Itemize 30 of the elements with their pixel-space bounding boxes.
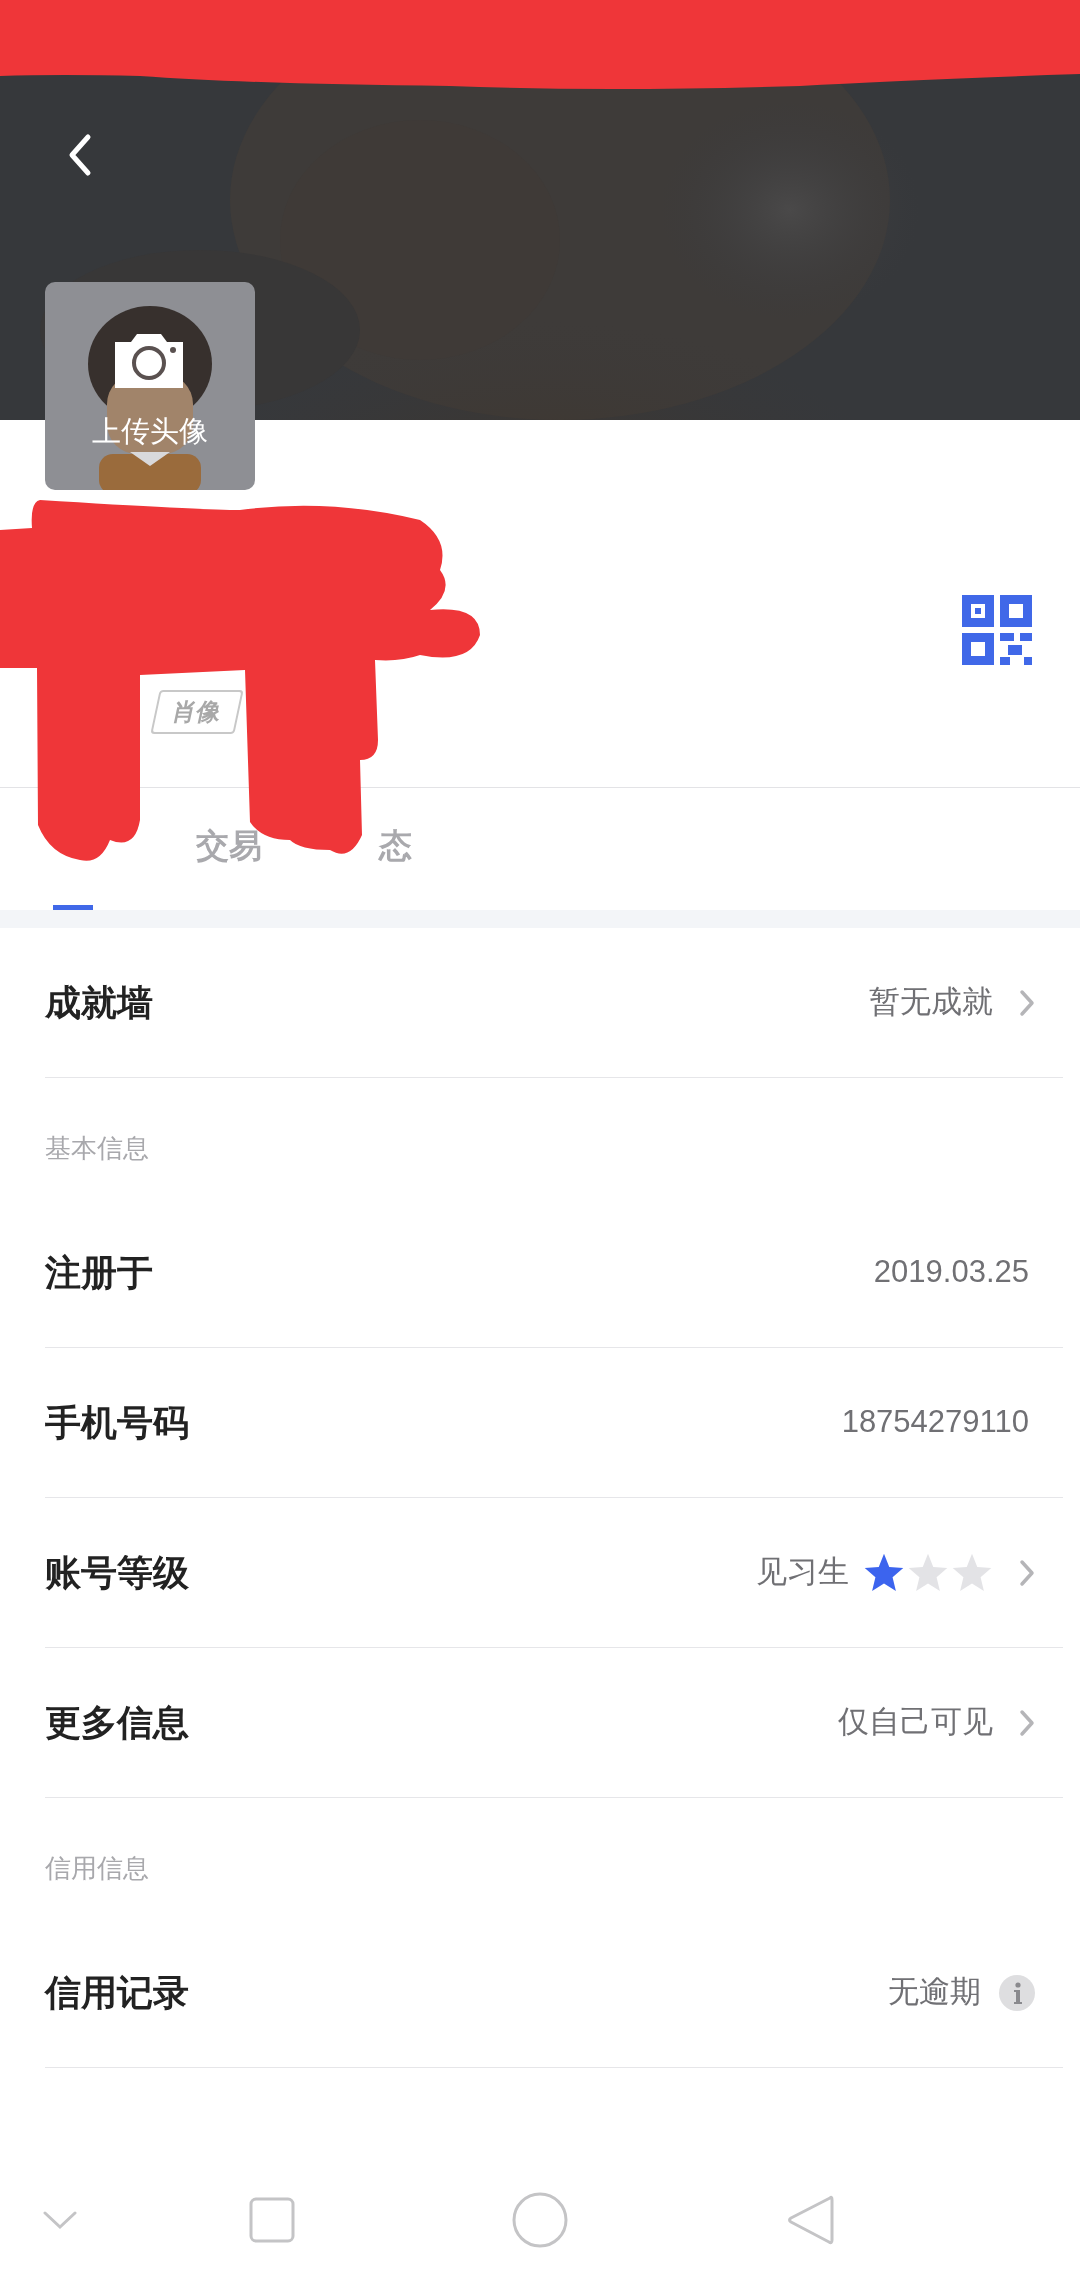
home-button[interactable] — [512, 2192, 568, 2248]
row-value: 2019.03.25 — [873, 1253, 1029, 1292]
chevron-right-icon — [1019, 1708, 1035, 1737]
row-value: 仅自己可见 — [838, 1703, 993, 1742]
row-value: 暂无成就 — [869, 983, 993, 1022]
row-label: 手机号码 — [45, 1400, 189, 1445]
row-label: 信用记录 — [45, 1970, 189, 2015]
section-heading: 信用信息 — [45, 1852, 149, 1885]
chevron-right-icon — [1019, 988, 1035, 1017]
tab[interactable]: 态 — [379, 826, 412, 866]
back-nav-button[interactable] — [786, 2194, 834, 2246]
upload-avatar-button[interactable]: 上传头像 — [45, 282, 255, 490]
section-heading: 基本信息 — [45, 1132, 149, 1165]
chevron-right-icon — [1019, 1558, 1035, 1587]
qr-code-icon — [962, 595, 1032, 665]
circle-icon — [512, 2192, 568, 2248]
recents-button[interactable] — [249, 2197, 295, 2243]
square-icon — [249, 2197, 295, 2243]
row-value: 见习生 — [756, 1553, 849, 1592]
row-label: 注册于 — [45, 1250, 153, 1295]
tab[interactable]: 交易 — [196, 826, 262, 866]
triangle-back-icon — [786, 2194, 834, 2246]
row-label: 账号等级 — [45, 1550, 189, 1595]
row-label: 更多信息 — [45, 1700, 189, 1745]
info-icon — [999, 1974, 1035, 2011]
back-icon — [68, 133, 92, 177]
chevron-down-icon — [43, 2210, 77, 2230]
row-label: 成就墙 — [45, 980, 153, 1025]
row-value: 18754279110 — [841, 1403, 1029, 1442]
row-value: 无逾期 — [888, 1973, 981, 2012]
